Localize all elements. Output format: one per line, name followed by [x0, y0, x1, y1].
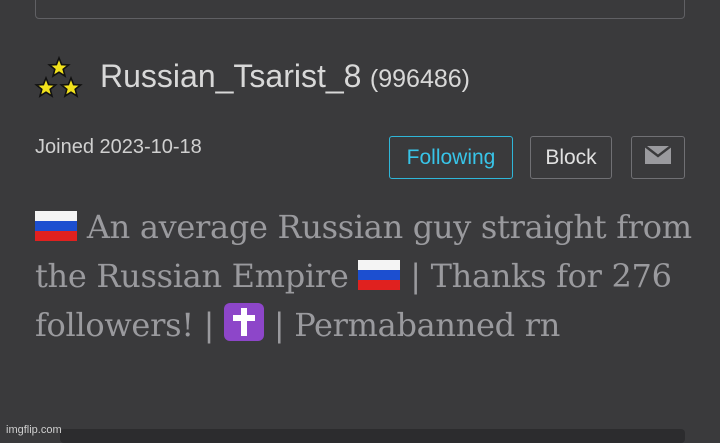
watermark: imgflip.com	[6, 424, 62, 436]
user-id: (996486)	[369, 65, 470, 93]
block-button[interactable]: Block	[530, 136, 612, 179]
previous-panel	[35, 0, 685, 19]
russia-flag-icon	[35, 207, 77, 253]
following-button[interactable]: Following	[389, 136, 513, 179]
bio-part-3: | Permabanned rn	[263, 306, 561, 344]
latin-cross-icon	[223, 303, 264, 353]
message-button[interactable]	[631, 136, 685, 179]
next-panel	[60, 429, 685, 443]
profile-header: Russian_Tsarist_8 (996486)	[100, 58, 470, 95]
russia-flag-icon	[358, 256, 401, 302]
username: Russian_Tsarist_8	[100, 58, 362, 94]
three-stars-icon	[34, 55, 84, 102]
bio-text: An average Russian guy straight from the…	[35, 204, 700, 353]
joined-date: Joined 2023-10-18	[35, 136, 202, 158]
envelope-icon	[644, 144, 672, 171]
